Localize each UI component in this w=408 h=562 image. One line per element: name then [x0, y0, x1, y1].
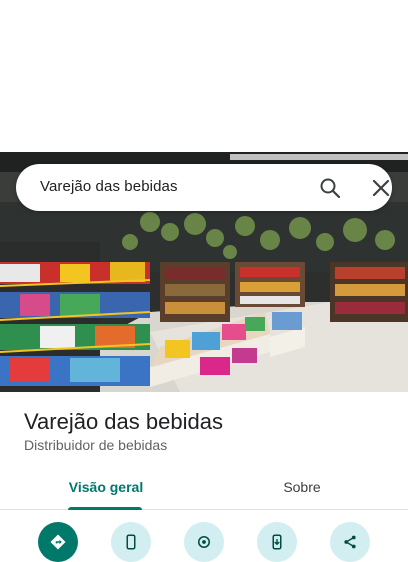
send-to-phone-button[interactable]	[257, 522, 297, 562]
location-save-icon	[198, 536, 210, 548]
share-button[interactable]	[330, 522, 370, 562]
directions-icon	[50, 534, 66, 550]
tab-about-label: Sobre	[283, 479, 321, 495]
close-icon[interactable]	[369, 176, 393, 200]
send-to-phone-icon	[272, 534, 282, 550]
tab-overview[interactable]: Visão geral	[36, 465, 176, 509]
directions-button[interactable]	[38, 522, 78, 562]
search-icon[interactable]	[318, 176, 342, 200]
place-category: Distribuidor de bebidas	[24, 437, 168, 453]
tab-overview-label: Visão geral	[68, 479, 144, 495]
phone-icon	[126, 534, 136, 550]
tab-selected-indicator	[68, 507, 142, 510]
share-icon	[344, 535, 356, 549]
tab-about[interactable]: Sobre	[232, 465, 372, 509]
place-tabs: Visão geral Sobre	[0, 465, 408, 510]
search-bar[interactable]: Varejão das bebidas	[16, 164, 392, 211]
call-button[interactable]	[111, 522, 151, 562]
blank-top-area	[0, 0, 408, 152]
place-title: Varejão das bebidas	[24, 409, 223, 434]
save-location-button[interactable]	[184, 522, 224, 562]
search-input[interactable]: Varejão das bebidas	[40, 178, 178, 195]
